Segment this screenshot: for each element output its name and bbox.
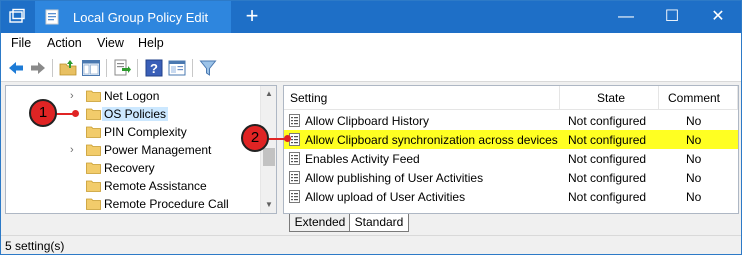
setting-state: Not configured [568, 114, 647, 128]
new-tab-button[interactable]: + [239, 1, 265, 33]
scroll-up-icon[interactable]: ▲ [264, 89, 274, 99]
annotation-pointer-dot-2 [284, 135, 291, 142]
toolbar-separator [192, 59, 193, 77]
folder-icon [86, 180, 101, 192]
tree-item-remote-assistance[interactable]: Remote Assistance [6, 177, 262, 195]
folder-icon [86, 108, 101, 120]
close-button[interactable]: ✕ [695, 1, 741, 33]
tree-item-power-management[interactable]: › Power Management [6, 141, 262, 159]
menu-bar: File Action View Help [1, 33, 741, 54]
scroll-down-icon[interactable]: ▼ [264, 200, 274, 210]
toolbar-separator [52, 59, 53, 77]
properties-icon[interactable] [167, 58, 187, 78]
setting-comment: No [686, 133, 702, 147]
folder-icon [86, 144, 101, 156]
setting-name: Allow Clipboard synchronization across d… [305, 133, 558, 147]
forward-arrow-icon[interactable] [28, 58, 48, 78]
show-hide-tree-icon[interactable] [81, 58, 101, 78]
column-header-label: Setting [290, 91, 328, 105]
chevron-right-icon[interactable]: › [70, 89, 82, 103]
setting-state: Not configured [568, 152, 647, 166]
column-header-label: Comment [668, 91, 721, 105]
column-header-state[interactable]: State [560, 86, 659, 110]
setting-name: Allow publishing of User Activities [305, 171, 484, 185]
menu-action[interactable]: Action [47, 36, 82, 50]
up-folder-icon[interactable] [58, 58, 78, 78]
help-icon[interactable]: ? [144, 58, 164, 78]
tree-item-label: OS Policies [102, 107, 169, 121]
window-menu-icon[interactable] [7, 7, 27, 27]
policy-setting-icon [289, 152, 300, 165]
list-item[interactable]: Allow publishing of User Activities Not … [284, 168, 738, 187]
list-item[interactable]: Allow upload of User Activities Not conf… [284, 187, 738, 206]
chevron-right-icon[interactable]: › [70, 143, 82, 157]
annotation-pointer-dot-1 [72, 110, 79, 117]
setting-name: Enables Activity Feed [305, 152, 420, 166]
settings-list-pane: Setting State Comment Allow Clipboard Hi… [283, 85, 739, 214]
setting-comment: No [686, 190, 702, 204]
folder-icon [86, 126, 101, 138]
column-header-label: State [597, 91, 626, 105]
toolbar: ? [1, 54, 741, 82]
status-bar: 5 setting(s) [1, 235, 741, 254]
setting-name: Allow Clipboard History [305, 114, 430, 128]
title-bar[interactable]: Local Group Policy Edit + — ☐ ✕ [1, 1, 741, 33]
menu-help[interactable]: Help [138, 36, 164, 50]
tree-item-label: Power Management [104, 143, 212, 157]
setting-state: Not configured [568, 133, 647, 147]
export-list-icon[interactable] [112, 58, 132, 78]
policy-setting-icon [289, 190, 300, 203]
setting-name: Allow upload of User Activities [305, 190, 466, 204]
setting-comment: No [686, 114, 702, 128]
column-header-comment[interactable]: Comment [659, 86, 738, 110]
folder-icon [86, 162, 101, 174]
tree-item-remote-procedure-call[interactable]: Remote Procedure Call [6, 195, 262, 213]
policy-document-icon [45, 9, 59, 25]
tree-item-label: Net Logon [104, 89, 160, 103]
toolbar-separator [106, 59, 107, 77]
list-item-highlighted[interactable]: Allow Clipboard synchronization across d… [284, 130, 738, 149]
list-item[interactable]: Allow Clipboard History Not configured N… [284, 111, 738, 130]
svg-text:?: ? [150, 61, 158, 76]
tab-extended[interactable]: Extended [289, 214, 351, 232]
window: Local Group Policy Edit + — ☐ ✕ File Act… [0, 0, 742, 255]
policy-setting-icon [289, 171, 300, 184]
policy-setting-icon [289, 114, 300, 127]
menu-file[interactable]: File [11, 36, 31, 50]
tree-item-label: Remote Procedure Call [104, 197, 229, 211]
setting-comment: No [686, 171, 702, 185]
list-item[interactable]: Enables Activity Feed Not configured No [284, 149, 738, 168]
tree-item-label: Recovery [104, 161, 155, 175]
folder-icon [86, 90, 101, 102]
tree-item-label: PIN Complexity [104, 125, 187, 139]
back-arrow-icon[interactable] [6, 58, 26, 78]
setting-state: Not configured [568, 171, 647, 185]
menu-view[interactable]: View [97, 36, 124, 50]
scroll-thumb[interactable] [263, 148, 275, 166]
setting-state: Not configured [568, 190, 647, 204]
column-header-setting[interactable]: Setting [284, 86, 560, 110]
view-tabs: Extended Standard [283, 214, 739, 232]
annotation-badge-1: 1 [29, 99, 57, 127]
tab-local-group-policy-editor[interactable]: Local Group Policy Edit [35, 1, 231, 33]
minimize-button[interactable]: — [603, 1, 649, 33]
annotation-badge-2: 2 [241, 124, 269, 152]
filter-icon[interactable] [198, 58, 218, 78]
status-text: 5 setting(s) [5, 239, 65, 253]
folder-icon [86, 198, 101, 210]
setting-comment: No [686, 152, 702, 166]
tree-item-label: Remote Assistance [104, 179, 207, 193]
toolbar-separator [137, 59, 138, 77]
tab-standard[interactable]: Standard [349, 214, 409, 232]
tree-item-recovery[interactable]: Recovery [6, 159, 262, 177]
maximize-button[interactable]: ☐ [649, 1, 695, 33]
tab-title: Local Group Policy Edit [73, 10, 209, 25]
